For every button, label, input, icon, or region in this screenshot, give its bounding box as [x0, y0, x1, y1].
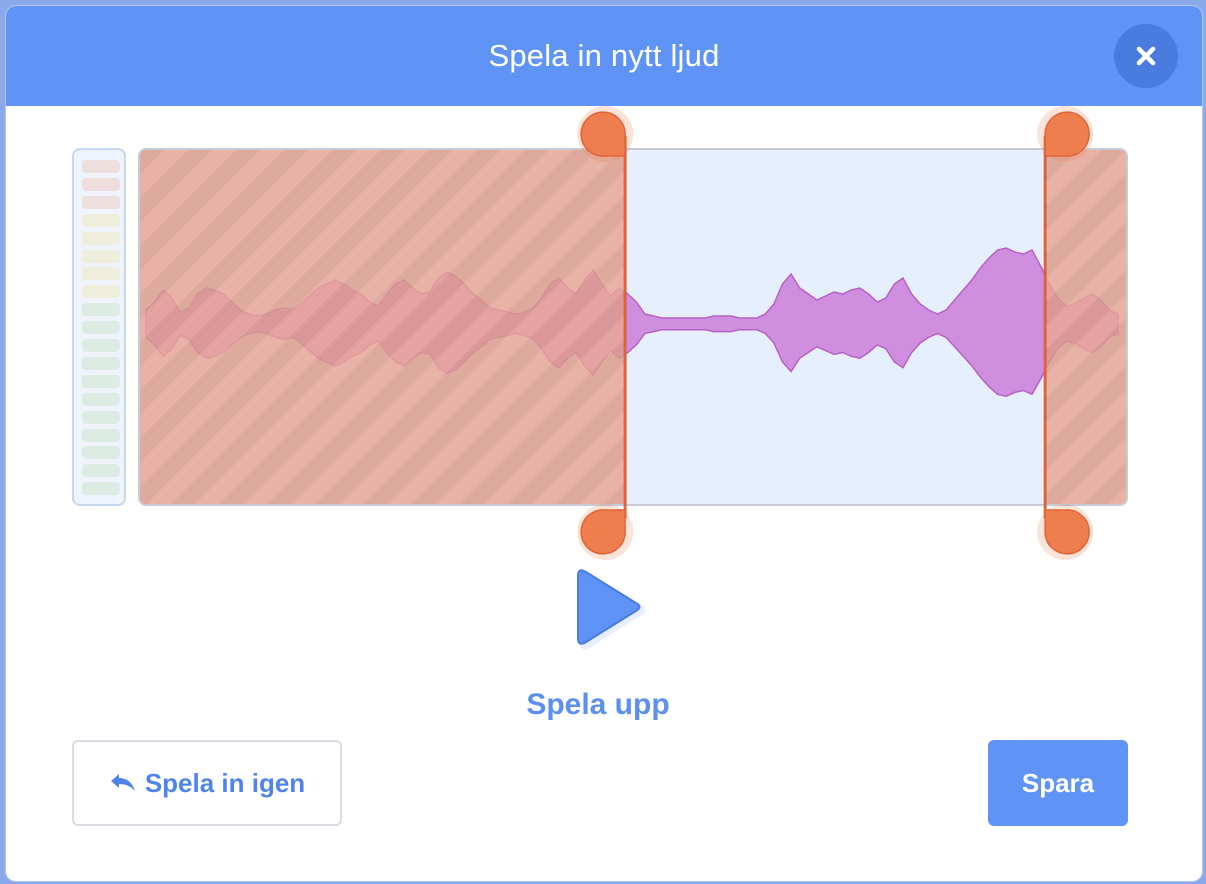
level-meter-segment	[82, 267, 120, 281]
close-button[interactable]	[1114, 24, 1178, 88]
level-meter-segment	[82, 160, 120, 173]
save-label: Spara	[1021, 767, 1095, 798]
dialog-title: Spela in nytt ljud	[488, 38, 720, 73]
play-button[interactable]	[560, 558, 646, 656]
level-meter-segment	[82, 356, 120, 370]
undo-arrow-icon	[110, 774, 135, 791]
level-meter-segment	[82, 446, 120, 460]
play-icon	[577, 569, 646, 650]
level-meter-segment	[82, 177, 120, 191]
level-meter-segment	[82, 464, 120, 478]
level-meter-segment	[82, 482, 120, 496]
level-meter-segment	[82, 303, 120, 317]
close-icon	[1136, 46, 1156, 66]
level-meter-segment	[82, 195, 120, 209]
level-meter-segment	[82, 213, 120, 227]
trim-end-bottom-knob[interactable]	[1044, 509, 1090, 555]
dialog-header: Spela in nytt ljud	[6, 6, 1202, 106]
level-meter-segment	[82, 374, 120, 388]
level-meter-segment	[82, 231, 120, 245]
level-meter-segment	[82, 410, 120, 424]
level-meter-segment	[82, 249, 120, 263]
level-meter	[72, 148, 126, 506]
rerecord-label: Spela in igen	[144, 767, 306, 798]
trim-start-top-knob[interactable]	[580, 111, 626, 157]
level-meter-segment	[82, 428, 120, 442]
play-label: Spela upp	[526, 688, 670, 721]
level-meter-segment	[82, 392, 120, 406]
trim-end-top-knob[interactable]	[1044, 111, 1090, 157]
waveform	[140, 150, 1126, 504]
level-meter-segment	[82, 321, 120, 335]
level-meter-segment	[82, 339, 120, 352]
trimmed-region-left	[140, 150, 626, 504]
trimmed-region-right	[1045, 150, 1126, 504]
level-meter-segment	[82, 285, 120, 299]
waveform-area	[138, 148, 1128, 506]
rerecord-button[interactable]: Spela in igen	[72, 740, 342, 826]
save-button[interactable]: Spara	[988, 740, 1128, 826]
trim-start-bottom-knob[interactable]	[580, 509, 626, 555]
